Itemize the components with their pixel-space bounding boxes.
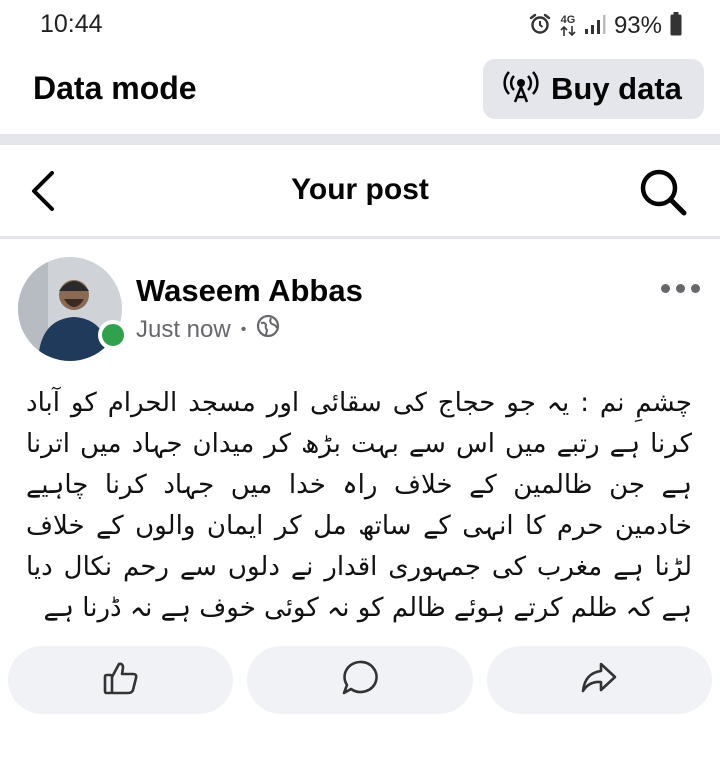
like-icon (101, 658, 141, 703)
buy-data-button[interactable]: Buy data (483, 59, 704, 119)
post-text: چشمِ نم : یہ جو حجاج کی سقائی اور مسجد ا… (26, 383, 692, 629)
data-mode-title: Data mode (33, 70, 197, 106)
post-actions (8, 646, 712, 714)
post-meta: Just now • (136, 314, 280, 345)
page-header: Your post (0, 145, 720, 237)
status-time: 10:44 (40, 10, 103, 38)
alarm-icon (528, 12, 552, 41)
buy-data-label: Buy data (551, 71, 682, 106)
like-button[interactable] (8, 646, 234, 714)
more-dot (691, 284, 700, 293)
battery-icon (670, 11, 682, 41)
section-divider (0, 134, 720, 145)
online-status-indicator (98, 320, 128, 350)
network-type: 4G (560, 14, 576, 26)
author-name[interactable]: Waseem Abbas (136, 273, 363, 309)
broadcast-icon (503, 69, 539, 110)
status-bar: 10:44 4G 93% (0, 0, 720, 56)
comment-button[interactable] (247, 646, 473, 714)
share-button[interactable] (486, 646, 712, 714)
battery-percent: 93% (613, 12, 662, 39)
page-title: Your post (291, 173, 429, 206)
more-dot (676, 284, 685, 293)
signal-icon (584, 13, 606, 40)
header-divider (0, 236, 720, 239)
status-icons: 4G 93% (528, 11, 682, 41)
more-options-button[interactable] (661, 284, 700, 293)
post-text-content: چشمِ نم : یہ جو حجاج کی سقائی اور مسجد ا… (26, 388, 692, 623)
post-time[interactable]: Just now (136, 316, 231, 344)
data-mode-bar: Data mode Buy data (0, 56, 720, 134)
search-icon[interactable] (638, 167, 688, 222)
globe-icon[interactable] (256, 314, 280, 345)
meta-separator: • (240, 320, 247, 338)
share-icon (579, 658, 619, 703)
network-4g-icon: 4G (560, 15, 576, 37)
comment-icon (340, 658, 380, 703)
more-dot (661, 284, 670, 293)
post-header: Waseem Abbas Just now • (0, 240, 720, 370)
